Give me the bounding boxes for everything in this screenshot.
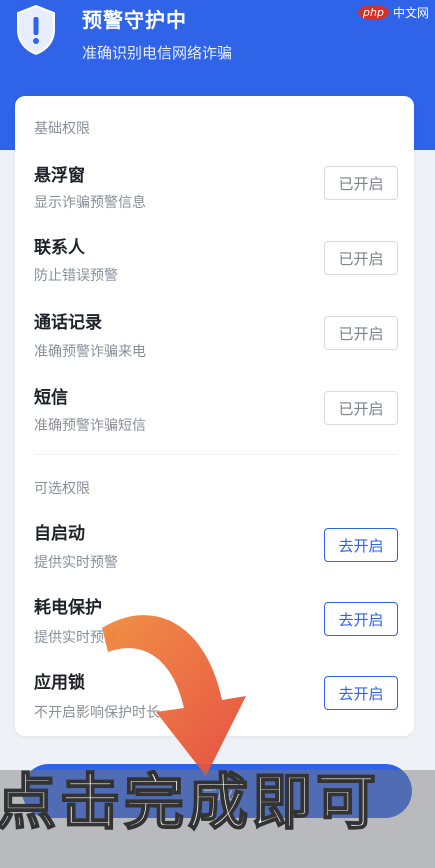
header-title: 预警守护中: [82, 8, 187, 32]
section-label-optional: 可选权限: [34, 481, 90, 497]
section-label-basic: 基础权限: [34, 121, 90, 137]
sms-enabled-button[interactable]: 已开启: [324, 391, 398, 425]
watermark: php 中文网: [358, 4, 429, 21]
contacts-enabled-button[interactable]: 已开启: [324, 241, 398, 275]
battery-protect-enable-button[interactable]: 去开启: [324, 602, 398, 636]
item-title: 应用锁: [34, 673, 85, 693]
item-desc: 准确预警诈骗短信: [34, 418, 146, 434]
item-desc: 显示诈骗预警信息: [34, 195, 146, 211]
item-title: 短信: [34, 388, 68, 408]
section-divider: [34, 454, 398, 455]
item-desc: 准确预警诈骗来电: [34, 344, 146, 360]
app-lock-enable-button[interactable]: 去开启: [324, 676, 398, 710]
item-desc: 提供实时预警: [34, 555, 118, 571]
item-desc: 提供实时预警: [34, 630, 118, 646]
item-desc: 防止错误预警: [34, 268, 118, 284]
watermark-badge: php: [358, 5, 389, 20]
header-subtitle: 准确识别电信网络诈骗: [82, 44, 233, 62]
autostart-enable-button[interactable]: 去开启: [324, 528, 398, 562]
permissions-card: 基础权限 悬浮窗 显示诈骗预警信息 已开启 联系人 防止错误预警 已开启 通话记…: [15, 96, 414, 736]
overlay-enabled-button[interactable]: 已开启: [324, 166, 398, 200]
item-title: 耗电保护: [34, 598, 102, 618]
item-title: 悬浮窗: [34, 166, 85, 186]
item-title: 通话记录: [34, 313, 102, 333]
caption-text: 点击完成即可: [0, 770, 380, 838]
item-title: 联系人: [34, 238, 85, 258]
item-title: 自启动: [34, 524, 85, 544]
item-desc: 不开启影响保护时长: [34, 705, 160, 721]
call-log-enabled-button[interactable]: 已开启: [324, 316, 398, 350]
watermark-text: 中文网: [392, 6, 429, 20]
shield-alert-icon: [17, 4, 55, 56]
